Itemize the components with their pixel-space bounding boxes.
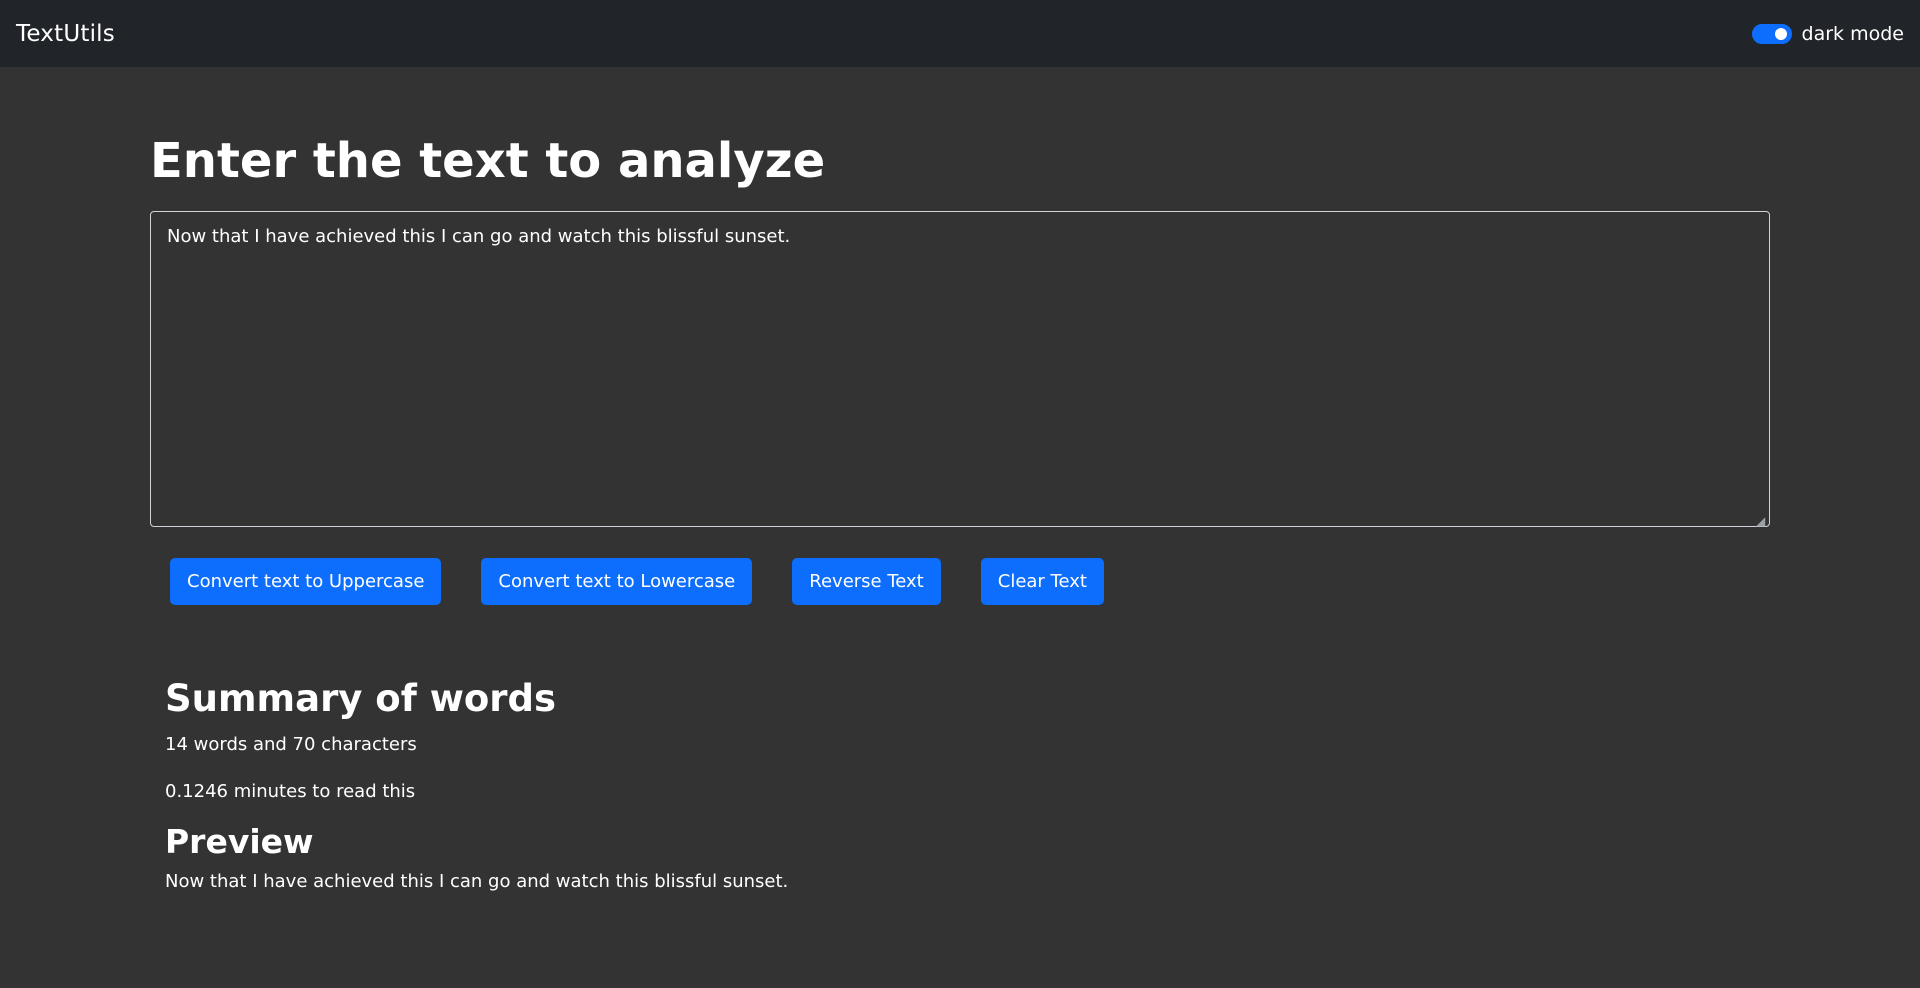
dark-mode-switch: dark mode (1751, 23, 1904, 45)
word-char-count: 14 words and 70 characters (165, 734, 417, 755)
preview-text: Now that I have achieved this I can go a… (165, 871, 789, 892)
summary-section: Summary of words 14 words and 70 charact… (165, 677, 1665, 892)
dark-mode-label[interactable]: dark mode (1802, 23, 1904, 45)
summary-heading: Summary of words (165, 677, 557, 720)
reverse-text-button[interactable]: Reverse Text (792, 558, 941, 605)
lowercase-button[interactable]: Convert text to Lowercase (481, 558, 753, 605)
toggle-knob-icon (1774, 27, 1787, 40)
dark-mode-toggle[interactable] (1751, 23, 1792, 44)
preview-heading: Preview (165, 822, 314, 861)
page-title: Enter the text to analyze (150, 133, 826, 189)
text-input[interactable]: Now that I have achieved this I can go a… (150, 211, 1770, 527)
uppercase-button[interactable]: Convert text to Uppercase (170, 558, 442, 605)
brand-link[interactable]: TextUtils (16, 21, 115, 47)
navbar: TextUtils dark mode (0, 0, 1920, 67)
read-time: 0.1246 minutes to read this (165, 781, 416, 802)
action-buttons: Convert text to Uppercase Convert text t… (170, 558, 1104, 605)
clear-text-button[interactable]: Clear Text (980, 558, 1104, 605)
